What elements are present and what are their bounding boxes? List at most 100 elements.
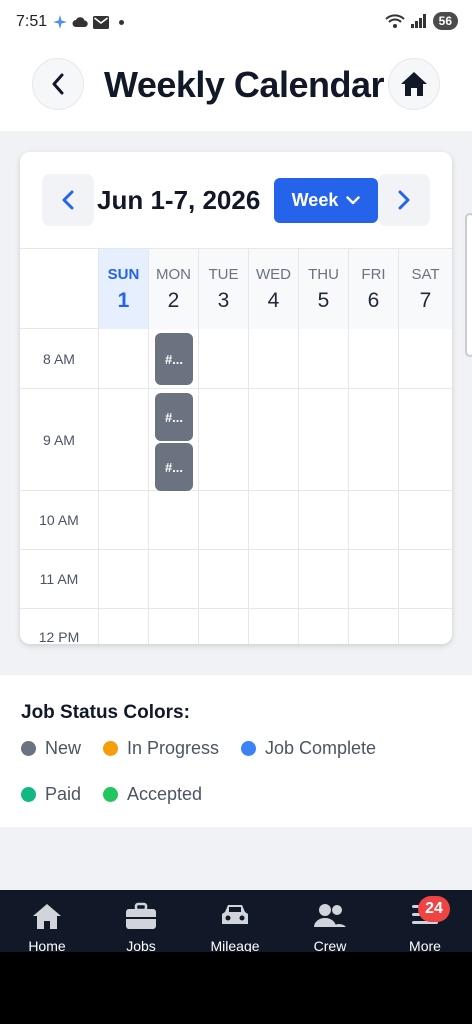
day-name: SAT [411, 266, 440, 283]
legend-item-paid: Paid [21, 784, 81, 805]
time-slot[interactable] [249, 389, 299, 490]
time-slot[interactable] [349, 550, 399, 608]
day-number: 3 [217, 289, 230, 312]
time-slot[interactable] [349, 609, 399, 644]
time-slot[interactable] [399, 491, 452, 549]
day-number: 1 [117, 289, 130, 312]
job-event[interactable]: #... [155, 333, 193, 385]
time-slot[interactable] [99, 609, 149, 644]
time-slot[interactable] [149, 491, 199, 549]
legend-item-new: New [21, 738, 81, 759]
time-slot[interactable] [299, 609, 349, 644]
day-name: SUN [107, 266, 140, 283]
calendar-card: Jun 1-7, 2026 Week SUN 1 MON 2 TUE 3 WED… [20, 152, 452, 644]
battery-indicator: 56 [432, 12, 458, 30]
legend-item-accepted: Accepted [103, 784, 202, 805]
cloud-icon [72, 17, 88, 27]
signal-icon [410, 14, 426, 28]
time-slot[interactable] [399, 329, 452, 388]
scroll-indicator[interactable] [465, 213, 472, 357]
day-header-fri[interactable]: FRI 6 [349, 249, 399, 329]
nav-mileage[interactable]: Mileage [188, 890, 282, 954]
time-slot[interactable] [299, 491, 349, 549]
time-slot[interactable] [399, 389, 452, 490]
notification-icons [53, 15, 125, 29]
back-button[interactable] [32, 58, 84, 110]
day-header-mon[interactable]: MON 2 [149, 249, 199, 329]
nav-crew[interactable]: Crew [283, 890, 377, 954]
hour-label: 11 AM [20, 550, 99, 608]
chevron-down-icon [346, 196, 361, 205]
time-slot[interactable] [99, 491, 149, 549]
time-slot[interactable] [349, 329, 399, 388]
day-header-thu[interactable]: THU 5 [299, 249, 349, 329]
home-icon [33, 904, 61, 929]
hour-label: 9 AM [20, 389, 99, 490]
status-bar: 7:51 56 [0, 0, 472, 44]
hour-label: 12 PM [20, 609, 99, 644]
sparkle-icon [53, 15, 68, 29]
status-legend: Job Status Colors: New In Progress Job C… [0, 675, 472, 827]
chevron-left-icon [52, 73, 64, 95]
time-slot[interactable] [99, 389, 149, 490]
status-time: 7:51 [16, 13, 48, 30]
status-dot-icon [21, 787, 36, 802]
time-slot[interactable] [349, 491, 399, 549]
time-slot[interactable] [249, 491, 299, 549]
time-slot[interactable] [99, 550, 149, 608]
job-event[interactable]: #... [155, 443, 193, 491]
nav-jobs[interactable]: Jobs [94, 890, 188, 954]
chevron-right-icon [398, 190, 410, 210]
legend-label: New [45, 738, 82, 758]
system-status: 56 [384, 12, 458, 30]
hour-row-8am: 8 AM [20, 329, 452, 389]
date-range-label: Jun 1-7, 2026 [97, 185, 261, 215]
time-slot[interactable] [349, 389, 399, 490]
status-dot-icon [103, 741, 118, 756]
time-slot[interactable] [399, 550, 452, 608]
time-slot[interactable] [249, 329, 299, 388]
day-header-tue[interactable]: TUE 3 [199, 249, 249, 329]
time-slot[interactable] [199, 550, 249, 608]
home-button[interactable] [388, 58, 440, 110]
time-slot[interactable] [149, 550, 199, 608]
view-mode-label: Week [291, 190, 339, 210]
wifi-icon [384, 14, 405, 28]
day-name: MON [156, 266, 191, 283]
app-header: Weekly Calendar [0, 44, 472, 131]
view-mode-dropdown[interactable]: Week [274, 178, 378, 223]
nav-home[interactable]: Home [0, 890, 94, 954]
hour-row-12pm: 12 PM [20, 609, 452, 644]
time-column-header [20, 249, 99, 329]
job-event[interactable]: #... [155, 393, 193, 441]
next-week-button[interactable] [378, 174, 430, 226]
time-slot[interactable] [299, 329, 349, 388]
time-slot[interactable] [299, 550, 349, 608]
day-number: 6 [367, 289, 380, 312]
time-slot[interactable] [399, 609, 452, 644]
time-slot[interactable] [99, 329, 149, 388]
day-header-sun[interactable]: SUN 1 [99, 249, 149, 329]
hour-row-11am: 11 AM [20, 550, 452, 609]
previous-week-button[interactable] [42, 174, 94, 226]
time-slot[interactable] [199, 609, 249, 644]
users-icon [314, 904, 346, 927]
day-number: 5 [317, 289, 330, 312]
time-slot[interactable] [199, 329, 249, 388]
day-name: FRI [361, 266, 386, 283]
time-slot[interactable] [149, 609, 199, 644]
chevron-left-icon [62, 190, 74, 210]
day-number: 4 [267, 289, 280, 312]
time-slot[interactable] [299, 389, 349, 490]
status-dot-icon [241, 741, 256, 756]
legend-label: Accepted [127, 784, 203, 804]
time-slot[interactable] [199, 491, 249, 549]
time-slot[interactable] [249, 609, 299, 644]
time-slot[interactable] [199, 389, 249, 490]
legend-label: Paid [45, 784, 82, 804]
day-header-wed[interactable]: WED 4 [249, 249, 299, 329]
calendar-navigation: Jun 1-7, 2026 Week [20, 152, 452, 249]
day-header-sat[interactable]: SAT 7 [399, 249, 452, 329]
time-slot[interactable] [249, 550, 299, 608]
day-name: THU [308, 266, 339, 283]
